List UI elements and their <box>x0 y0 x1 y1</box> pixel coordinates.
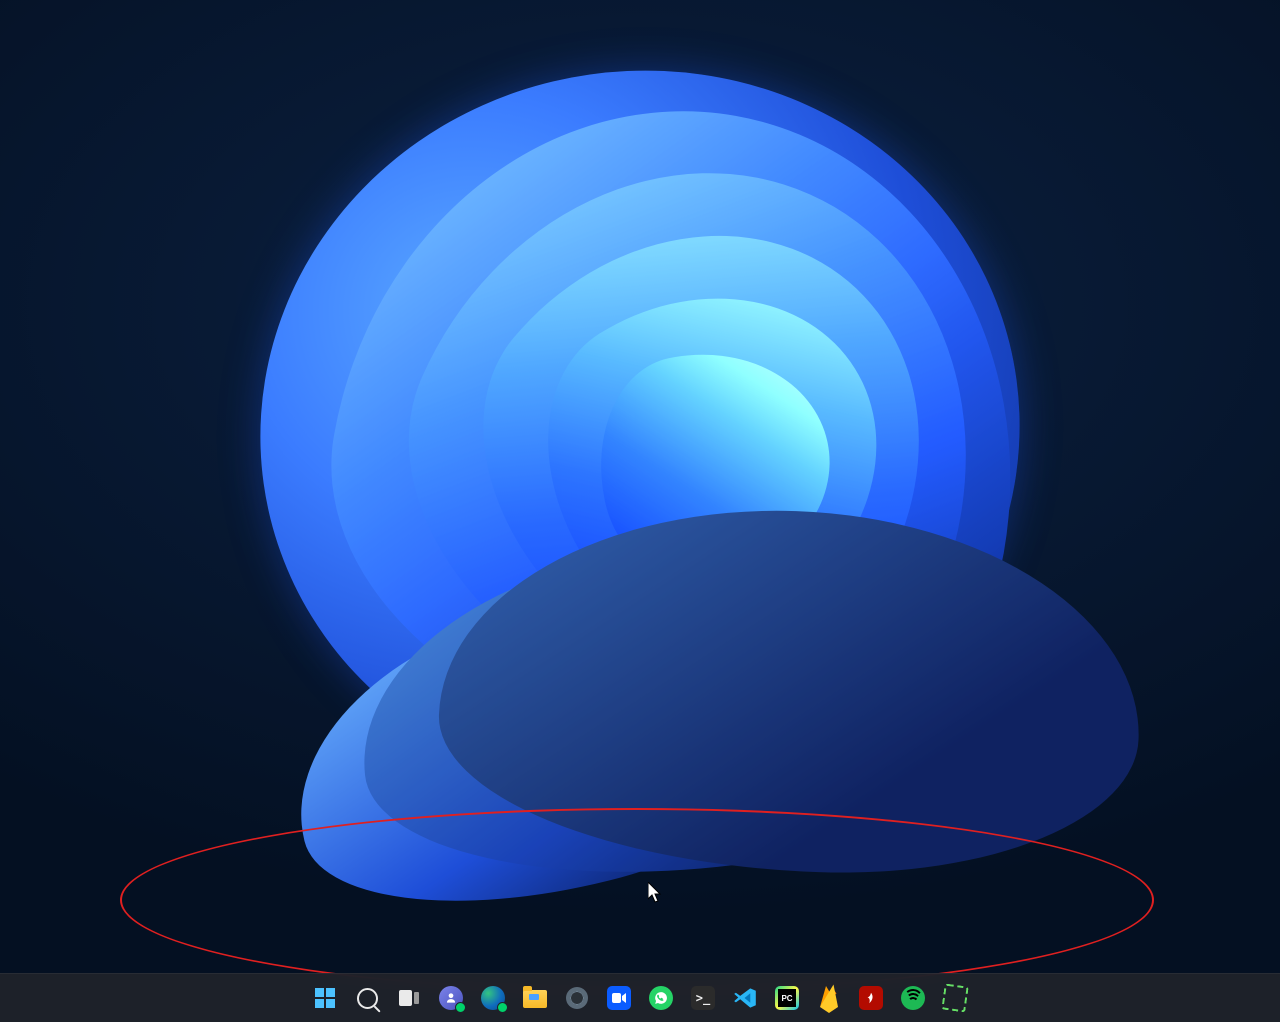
firebase-button[interactable] <box>809 978 849 1018</box>
start-button[interactable] <box>305 978 345 1018</box>
task-view-icon <box>397 986 421 1010</box>
pycharm-icon: PC <box>775 986 799 1010</box>
vscode-button[interactable] <box>725 978 765 1018</box>
task-view-button[interactable] <box>389 978 429 1018</box>
app-button[interactable] <box>935 978 975 1018</box>
status-available-icon <box>455 1002 466 1013</box>
search-button[interactable] <box>347 978 387 1018</box>
vscode-icon <box>733 986 757 1010</box>
folder-icon <box>523 986 547 1010</box>
firebase-icon <box>817 986 841 1010</box>
acrobat-button[interactable] <box>851 978 891 1018</box>
whatsapp-icon <box>649 986 673 1010</box>
teams-button[interactable] <box>431 978 471 1018</box>
terminal-icon: >_ <box>691 986 715 1010</box>
file-explorer-button[interactable] <box>515 978 555 1018</box>
zoom-icon <box>607 986 631 1010</box>
settings-button[interactable] <box>557 978 597 1018</box>
adobe-acrobat-icon <box>859 986 883 1010</box>
windows-logo-icon <box>313 986 337 1010</box>
spotify-icon <box>901 986 925 1010</box>
taskbar: >_ PC <box>0 973 1280 1022</box>
pycharm-button[interactable]: PC <box>767 978 807 1018</box>
edge-button[interactable] <box>473 978 513 1018</box>
search-icon <box>355 986 379 1010</box>
whatsapp-button[interactable] <box>641 978 681 1018</box>
green-outline-icon <box>943 986 967 1010</box>
desktop-wallpaper <box>0 0 1280 1022</box>
status-available-icon <box>497 1002 508 1013</box>
terminal-button[interactable]: >_ <box>683 978 723 1018</box>
gear-icon <box>565 986 589 1010</box>
zoom-button[interactable] <box>599 978 639 1018</box>
spotify-button[interactable] <box>893 978 933 1018</box>
